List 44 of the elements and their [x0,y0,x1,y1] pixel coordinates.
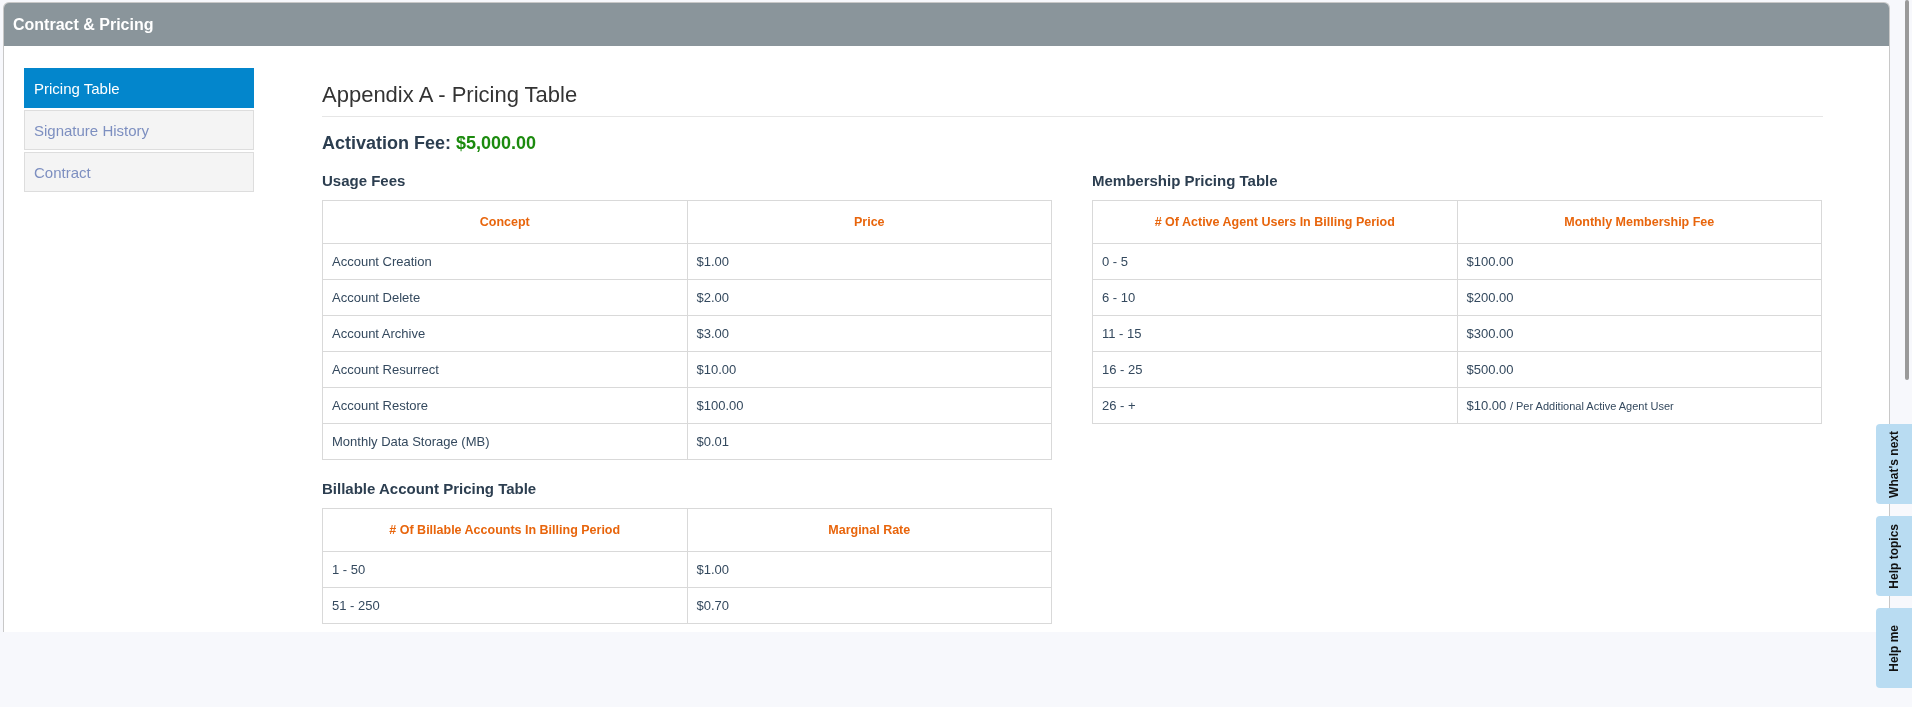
table-cell: 26 - + [1092,387,1457,424]
column-header: # Of Active Agent Users In Billing Period [1092,200,1457,244]
help-tab[interactable]: Help me [1876,608,1912,688]
table-cell: $100.00 [1457,243,1822,280]
help-tab[interactable]: Help topics [1876,516,1912,596]
table-cell: $0.01 [687,423,1052,460]
fee-value: $5,000.00 [456,133,537,154]
panel-title: Contract & Pricing [13,15,154,34]
table-cell: $3.00 [687,315,1052,352]
table-cell: 1 - 50 [322,551,687,588]
table-cell: Account Creation [322,243,687,280]
column-header: # Of Billable Accounts In Billing Period [322,508,687,552]
page-heading: Appendix A - Pricing Table [322,82,1823,117]
table-cell: $10.00 / Per Additional Active Agent User [1457,387,1822,424]
table-cell: $10.00 [687,351,1052,388]
sidebar-tab[interactable]: Pricing Table [24,68,254,108]
table-cell: $100.00 [687,387,1052,424]
table-cell: Monthly Data Storage (MB) [322,423,687,460]
table-cell: $300.00 [1457,315,1822,352]
table-cell: 6 - 10 [1092,279,1457,316]
table-cell: $500.00 [1457,351,1822,388]
fee-label: Activation Fee: [322,133,452,154]
table-cell: 16 - 25 [1092,351,1457,388]
table-title: Billable Account Pricing Table [322,480,538,498]
column-header: Monthly Membership Fee [1457,200,1822,244]
table-cell: $1.00 [687,551,1052,588]
table-cell: 11 - 15 [1092,315,1457,352]
table-cell: 0 - 5 [1092,243,1457,280]
table-title: Usage Fees [322,172,407,190]
table-cell: Account Resurrect [322,351,687,388]
table-cell: $0.70 [687,587,1052,624]
table-cell: Account Archive [322,315,687,352]
table-cell: Account Delete [322,279,687,316]
table-cell: Account Restore [322,387,687,424]
table-cell: $200.00 [1457,279,1822,316]
column-header: Marginal Rate [687,508,1052,552]
column-header: Price [687,200,1052,244]
table-cell: $1.00 [687,243,1052,280]
table-title: Membership Pricing Table [1092,172,1279,190]
table-cell: $2.00 [687,279,1052,316]
table-cell: 51 - 250 [322,587,687,624]
column-header: Concept [322,200,687,244]
help-tab[interactable]: What's next [1876,424,1912,504]
scrollbar-thumb[interactable] [1905,0,1909,380]
